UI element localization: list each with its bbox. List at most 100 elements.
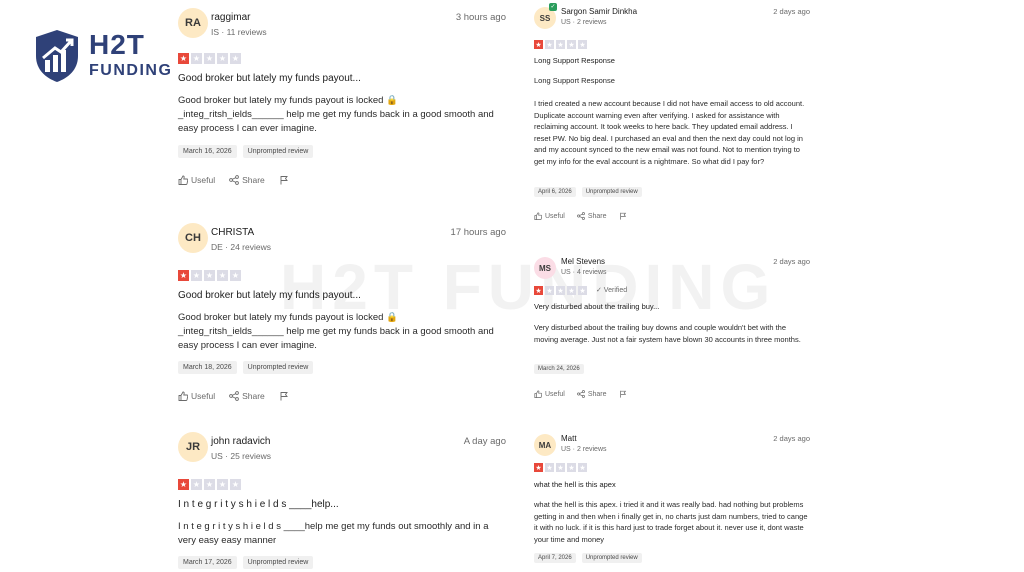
- report-button[interactable]: [279, 175, 289, 185]
- reviewer-name[interactable]: CHRISTA: [211, 227, 254, 238]
- review-card: SS ✓ Sargon Samir Dinkha US · 2 reviews …: [534, 3, 810, 220]
- review-date: April 7, 2026: [534, 553, 576, 563]
- review-title[interactable]: I n t e g r i t y s h i e l d s ____help…: [178, 499, 339, 510]
- star-icon: ★: [534, 463, 543, 472]
- star-icon: ★: [578, 463, 587, 472]
- review-tags: April 6, 2026 Unprompted review: [534, 187, 642, 197]
- review-card: JR john radavich US · 25 reviews A day a…: [178, 432, 506, 569]
- review-tags: March 16, 2026 Unprompted review: [178, 145, 314, 158]
- share-button[interactable]: Share: [576, 212, 607, 220]
- avatar[interactable]: CH: [178, 223, 208, 253]
- thumbs-up-icon: [534, 212, 542, 220]
- useful-label: Useful: [545, 212, 565, 220]
- review-title[interactable]: Good broker but lately my funds payout..…: [178, 73, 361, 84]
- share-label: Share: [242, 175, 265, 185]
- star-icon: ★: [578, 40, 587, 49]
- review-body: Long Support Response: [534, 76, 615, 85]
- star-icon: ★: [556, 463, 565, 472]
- review-body: Very disturbed about the trailing buy do…: [534, 323, 801, 344]
- review-header: SS ✓ Sargon Samir Dinkha US · 2 reviews …: [534, 3, 810, 40]
- report-button[interactable]: [279, 391, 289, 401]
- thumbs-up-icon: [178, 391, 188, 401]
- review-title[interactable]: what the hell is this apex: [534, 480, 616, 489]
- star-icon: ★: [545, 286, 554, 295]
- star-icon: ★: [191, 479, 202, 490]
- star-icon: ★: [217, 479, 228, 490]
- star-icon: ★: [230, 53, 241, 64]
- star-icon: ★: [567, 463, 576, 472]
- reviewer-name[interactable]: Mel Stevens: [561, 257, 605, 266]
- review-tags: April 7, 2026 Unprompted review: [534, 553, 642, 563]
- review-time: 2 days ago: [773, 7, 810, 16]
- star-rating: ★ ★ ★ ★ ★ ✓ Verified: [534, 286, 627, 295]
- review-date: March 17, 2026: [178, 556, 237, 569]
- review-header: MA Matt US · 2 reviews 2 days ago: [534, 431, 810, 467]
- star-rating: ★ ★ ★ ★ ★: [178, 53, 241, 64]
- share-icon: [229, 175, 239, 185]
- review-title[interactable]: Long Support Response: [534, 56, 615, 65]
- star-icon: ★: [567, 286, 576, 295]
- reviewer-name[interactable]: Matt: [561, 434, 577, 443]
- review-tags: March 18, 2026 Unprompted review: [178, 361, 314, 374]
- review-date: March 16, 2026: [178, 145, 237, 158]
- star-icon: ★: [567, 40, 576, 49]
- useful-button[interactable]: Useful: [534, 212, 565, 220]
- useful-button[interactable]: Useful: [178, 391, 215, 401]
- review-card: MS Mel Stevens US · 4 reviews 2 days ago…: [534, 254, 810, 398]
- star-icon: ★: [545, 463, 554, 472]
- review-actions: Useful Share: [534, 390, 627, 398]
- share-label: Share: [587, 390, 607, 398]
- review-body: Good broker but lately my funds payout i…: [178, 95, 494, 134]
- reviewer-name[interactable]: john radavich: [211, 436, 270, 447]
- reviewer-meta: US · 2 reviews: [561, 19, 607, 26]
- report-button[interactable]: [619, 390, 627, 398]
- verified-label: ✓ Verified: [596, 287, 628, 294]
- review-time: A day ago: [463, 436, 506, 447]
- share-button[interactable]: Share: [229, 391, 265, 401]
- share-button[interactable]: Share: [576, 390, 607, 398]
- reviewer-meta: IS · 11 reviews: [211, 27, 267, 37]
- review-header: MS Mel Stevens US · 4 reviews 2 days ago: [534, 254, 810, 290]
- unprompted-tag: Unprompted review: [242, 145, 314, 158]
- verified-badge-icon: ✓: [549, 3, 557, 11]
- reviewer-name[interactable]: raggimar: [211, 12, 250, 23]
- useful-label: Useful: [191, 175, 216, 185]
- star-icon: ★: [556, 40, 565, 49]
- thumbs-up-icon: [178, 175, 188, 185]
- star-icon: ★: [578, 286, 587, 295]
- unprompted-tag: Unprompted review: [242, 556, 314, 569]
- logo-brand: H2T: [89, 29, 145, 60]
- review-title[interactable]: Good broker but lately my funds payout..…: [178, 290, 361, 301]
- star-icon: ★: [204, 53, 215, 64]
- review-title[interactable]: Very disturbed about the trailing buy...: [534, 302, 659, 311]
- share-label: Share: [587, 212, 607, 220]
- useful-button[interactable]: Useful: [178, 175, 215, 185]
- flag-icon: [619, 390, 626, 398]
- avatar[interactable]: MS: [534, 257, 556, 279]
- avatar[interactable]: JR: [178, 432, 208, 462]
- review-body: I n t e g r i t y s h i e l d s ____help…: [178, 521, 489, 546]
- review-body-text: I tried created a new account because I …: [534, 99, 805, 166]
- share-icon: [576, 390, 585, 398]
- reviewer-meta: US · 4 reviews: [561, 269, 607, 276]
- reviewer-meta: US · 25 reviews: [211, 451, 271, 461]
- unprompted-tag: Unprompted review: [581, 553, 642, 563]
- unprompted-tag: Unprompted review: [242, 361, 314, 374]
- star-icon: ★: [545, 40, 554, 49]
- flag-icon: [619, 212, 626, 220]
- thumbs-up-icon: [534, 390, 542, 398]
- share-icon: [576, 212, 585, 220]
- avatar[interactable]: MA: [534, 434, 556, 456]
- report-button[interactable]: [619, 212, 627, 220]
- star-icon: ★: [534, 40, 543, 49]
- flag-icon: [280, 392, 288, 401]
- star-icon: ★: [217, 53, 228, 64]
- avatar[interactable]: RA: [178, 8, 208, 38]
- reviewer-name[interactable]: Sargon Samir Dinkha: [561, 7, 637, 16]
- useful-button[interactable]: Useful: [534, 390, 565, 398]
- star-icon: ★: [178, 53, 189, 64]
- star-icon: ★: [230, 270, 241, 281]
- share-button[interactable]: Share: [229, 175, 265, 185]
- review-time: 3 hours ago: [455, 12, 506, 23]
- star-icon: ★: [204, 479, 215, 490]
